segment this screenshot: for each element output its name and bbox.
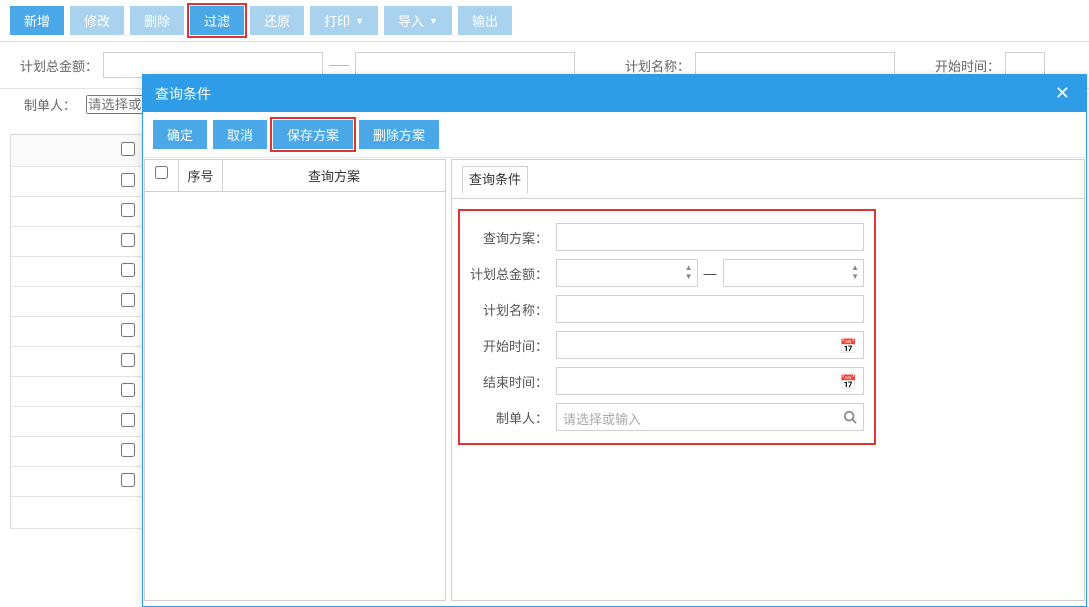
modal-body: 序号 查询方案 查询条件 查询方案： 计划总金额： ▲▼ — ▲▼	[143, 158, 1086, 606]
condition-tab: 查询条件	[452, 160, 1084, 199]
condition-form: 查询方案： 计划总金额： ▲▼ — ▲▼ 计划名称： 开始时间：	[458, 209, 876, 445]
form-creator-input[interactable]: 请选择或输入	[556, 403, 864, 431]
range-separator-text: —	[704, 266, 717, 281]
start-time-label: 开始时间：	[925, 56, 1005, 75]
row-checkbox[interactable]	[121, 353, 135, 367]
form-amount-to-input[interactable]: ▲▼	[723, 259, 865, 287]
chevron-down-icon: ▼	[355, 16, 364, 26]
main-toolbar: 新增 修改 删除 过滤 还原 打印▼ 导入▼ 输出	[0, 0, 1089, 42]
condition-panel: 查询条件 查询方案： 计划总金额： ▲▼ — ▲▼ 计划名称：	[451, 159, 1085, 601]
filter-button[interactable]: 过滤	[190, 6, 244, 35]
form-endtime-input[interactable]: 📅	[556, 367, 864, 395]
spinner-icon[interactable]: ▲▼	[851, 263, 859, 281]
form-endtime-label: 结束时间：	[470, 372, 556, 391]
plan-name-label: 计划名称：	[615, 56, 695, 75]
cancel-button[interactable]: 取消	[213, 120, 267, 149]
form-creator-placeholder: 请选择或输入	[563, 412, 641, 427]
modal-toolbar: 确定 取消 保存方案 删除方案	[143, 112, 1086, 158]
form-starttime-input[interactable]: 📅	[556, 331, 864, 359]
row-checkbox[interactable]	[121, 173, 135, 187]
row-checkbox[interactable]	[121, 203, 135, 217]
form-planname-input[interactable]	[556, 295, 864, 323]
form-scheme-label: 查询方案：	[470, 228, 556, 247]
row-checkbox[interactable]	[121, 323, 135, 337]
calendar-icon[interactable]: 📅	[840, 338, 857, 355]
total-amount-label: 计划总金额：	[10, 56, 103, 75]
form-scheme-input[interactable]	[556, 223, 864, 251]
form-amount-from-input[interactable]: ▲▼	[556, 259, 698, 287]
range-separator	[329, 65, 349, 66]
row-checkbox[interactable]	[121, 383, 135, 397]
chevron-down-icon: ▼	[429, 16, 438, 26]
scheme-list-header: 序号 查询方案	[145, 160, 445, 192]
row-checkbox[interactable]	[121, 293, 135, 307]
modal-titlebar: 查询条件 ✕	[143, 75, 1086, 112]
import-button[interactable]: 导入▼	[384, 6, 452, 35]
query-modal: 查询条件 ✕ 确定 取消 保存方案 删除方案 序号 查询方案 查询条件 查询方案…	[142, 74, 1087, 607]
scheme-select-all-checkbox[interactable]	[155, 166, 168, 179]
scheme-col-name: 查询方案	[223, 160, 445, 191]
restore-button[interactable]: 还原	[250, 6, 304, 35]
row-checkbox[interactable]	[121, 263, 135, 277]
print-button[interactable]: 打印▼	[310, 6, 378, 35]
search-icon[interactable]	[843, 410, 857, 427]
delete-button[interactable]: 删除	[130, 6, 184, 35]
ok-button[interactable]: 确定	[153, 120, 207, 149]
export-button[interactable]: 输出	[458, 6, 512, 35]
calendar-icon[interactable]: 📅	[840, 374, 857, 391]
spinner-icon[interactable]: ▲▼	[685, 263, 693, 281]
modal-title-text: 查询条件	[155, 84, 211, 104]
delete-scheme-button[interactable]: 删除方案	[359, 120, 439, 149]
scheme-list-panel: 序号 查询方案	[144, 159, 446, 601]
close-icon[interactable]: ✕	[1051, 83, 1074, 104]
edit-button[interactable]: 修改	[70, 6, 124, 35]
creator-label: 制单人：	[24, 95, 80, 114]
form-creator-label: 制单人：	[470, 408, 556, 427]
row-checkbox[interactable]	[121, 473, 135, 487]
add-button[interactable]: 新增	[10, 6, 64, 35]
row-checkbox[interactable]	[121, 443, 135, 457]
select-all-checkbox[interactable]	[121, 142, 135, 156]
creator-input[interactable]	[86, 95, 146, 114]
form-starttime-label: 开始时间：	[470, 336, 556, 355]
scheme-col-index: 序号	[179, 160, 223, 191]
form-planname-label: 计划名称：	[470, 300, 556, 319]
save-scheme-button[interactable]: 保存方案	[273, 120, 353, 149]
row-checkbox[interactable]	[121, 233, 135, 247]
form-amount-label: 计划总金额：	[470, 264, 556, 283]
row-checkbox[interactable]	[121, 413, 135, 427]
